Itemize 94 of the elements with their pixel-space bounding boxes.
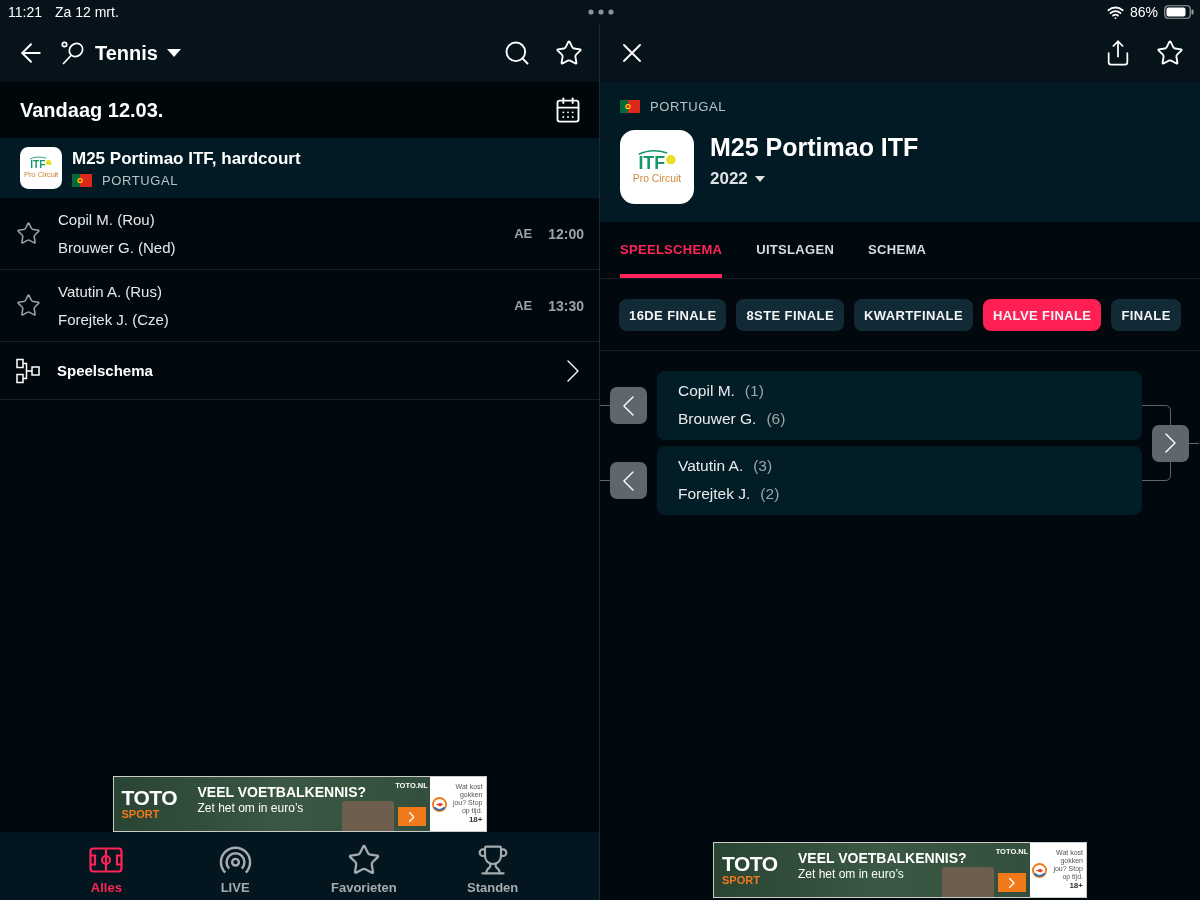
ad-brand-logo: TOTO <box>121 787 179 808</box>
flag-icon <box>72 173 92 187</box>
caret-icon <box>166 49 181 57</box>
player-seed: (3) <box>753 457 773 475</box>
trophy-icon <box>476 844 509 876</box>
ad-brand-logo: TOTO <box>722 853 779 874</box>
season-selector[interactable]: 2022 <box>710 169 765 189</box>
star-icon[interactable] <box>1156 39 1184 67</box>
tennis-racket-icon <box>60 40 86 66</box>
circle-logo-icon <box>431 796 447 812</box>
match-time: 12:00 <box>548 225 584 242</box>
chevron-right-icon <box>1009 877 1015 888</box>
tournament-title: M25 Portimao ITF <box>710 132 919 163</box>
tab[interactable]: UITSLAGEN <box>756 242 835 278</box>
player-name: Forejtek J. (Cze) <box>58 309 170 330</box>
logo-wordmark: ITF <box>638 154 665 173</box>
ad-headline: VEEL VOETBALKENNIS? <box>197 784 368 800</box>
battery-icon <box>1164 5 1194 19</box>
status-date: Za 12 mrt. <box>55 4 119 20</box>
search-icon[interactable] <box>503 39 531 67</box>
round-chip[interactable]: 16DE FINALE <box>619 299 727 331</box>
tab[interactable]: SCHEMA <box>868 242 927 278</box>
player-seed: (6) <box>766 410 786 428</box>
star-icon[interactable] <box>555 39 583 67</box>
tournament-header[interactable]: ITF Pro Circuit M25 Portimao ITF, hardcourt PORTUGAL <box>0 138 599 198</box>
country-name: PORTUGAL <box>102 172 179 188</box>
ball-icon <box>666 154 676 165</box>
ad-brand-tagline: SPORT <box>121 807 161 821</box>
player-name: Vatutin A. (Rus) <box>58 281 163 302</box>
calendar-icon[interactable] <box>554 96 582 124</box>
logo-subtitle: Pro Circuit <box>632 172 682 186</box>
photo-placeholder <box>942 867 994 897</box>
match-status: AE <box>514 298 533 313</box>
player-seed: (1) <box>744 382 764 400</box>
tournament-name: M25 Portimao ITF, hardcourt <box>72 148 301 169</box>
country-name: PORTUGAL <box>650 99 727 114</box>
date-label: Vandaag 12.03. <box>20 98 164 122</box>
ad-age-label: 18+ <box>1069 881 1083 891</box>
round-chip[interactable]: 8STE FINALE <box>736 299 844 331</box>
match-status: AE <box>514 226 533 241</box>
ad-age-label: 18+ <box>468 815 483 825</box>
broadcast-icon <box>218 846 252 874</box>
player-seed: (2) <box>760 485 780 503</box>
next-round-button[interactable] <box>1152 424 1189 462</box>
chevron-right-icon <box>1165 433 1176 453</box>
status-time: 11:21 <box>8 4 42 20</box>
connector-line <box>600 480 610 481</box>
flag-icon <box>620 100 640 113</box>
star-icon[interactable] <box>16 293 41 318</box>
round-chip[interactable]: KWARTFINALE <box>853 299 973 331</box>
ad-subline: Zet het om in euro’s <box>798 867 904 881</box>
ad-subline: Zet het om in euro’s <box>197 801 304 815</box>
chevron-right-icon <box>408 811 415 822</box>
nav-tab[interactable]: Favorieten <box>299 832 429 900</box>
player-name: Copil M. <box>678 382 735 400</box>
circle-logo-icon <box>1032 862 1047 878</box>
previous-round-button[interactable] <box>610 387 647 424</box>
round-chip[interactable]: FINALE <box>1111 299 1181 331</box>
player-name: Vatutin A. <box>678 457 744 475</box>
sport-selector[interactable]: Tennis <box>60 40 181 66</box>
match-row[interactable]: Vatutin A. (Rus) Forejtek J. (Cze) AE 13:30 <box>0 270 599 342</box>
nav-tab[interactable]: LIVE <box>170 832 300 900</box>
tab[interactable]: SPEELSCHEMA <box>620 242 723 278</box>
previous-round-button[interactable] <box>610 462 647 499</box>
caret-icon <box>754 176 765 182</box>
logo-wordmark: ITF <box>30 159 46 170</box>
football-field-icon <box>89 847 124 873</box>
connector-line <box>600 405 610 406</box>
multitask-dots-icon[interactable] <box>588 9 614 15</box>
chevron-left-icon <box>623 395 634 416</box>
star-icon[interactable] <box>16 221 41 246</box>
battery-percentage: 86% <box>1129 4 1158 20</box>
match-row[interactable]: Copil M. (Rou) Brouwer G. (Ned) AE 12:00 <box>0 198 599 270</box>
photo-placeholder <box>341 801 394 831</box>
player-name: Copil M. (Rou) <box>58 209 156 230</box>
star-icon <box>346 843 381 877</box>
ad-cta-button[interactable] <box>397 807 426 826</box>
bracket-link[interactable]: Speelschema <box>0 342 599 400</box>
bracket-icon <box>16 357 40 384</box>
chevron-left-icon <box>623 470 634 491</box>
nav-tab[interactable]: Alles <box>42 832 171 900</box>
match-card[interactable]: Vatutin A. (3) Forejtek J. (2) <box>657 446 1142 515</box>
player-name: Brouwer G. <box>678 410 757 428</box>
player-name: Brouwer G. (Ned) <box>58 237 177 258</box>
ball-icon <box>46 159 52 166</box>
player-name: Forejtek J. <box>678 485 751 503</box>
match-time: 13:30 <box>548 297 584 314</box>
ad-headline: VEEL VOETBALKENNIS? <box>798 850 968 866</box>
logo-subtitle: Pro Circuit <box>23 169 58 180</box>
match-card[interactable]: Copil M. (1) Brouwer G. (6) <box>657 371 1142 440</box>
nav-tab[interactable]: Standen <box>428 832 557 900</box>
connector-line <box>1189 442 1199 444</box>
chevron-right-icon <box>567 359 579 382</box>
ad-brand-tagline: SPORT <box>722 873 761 887</box>
